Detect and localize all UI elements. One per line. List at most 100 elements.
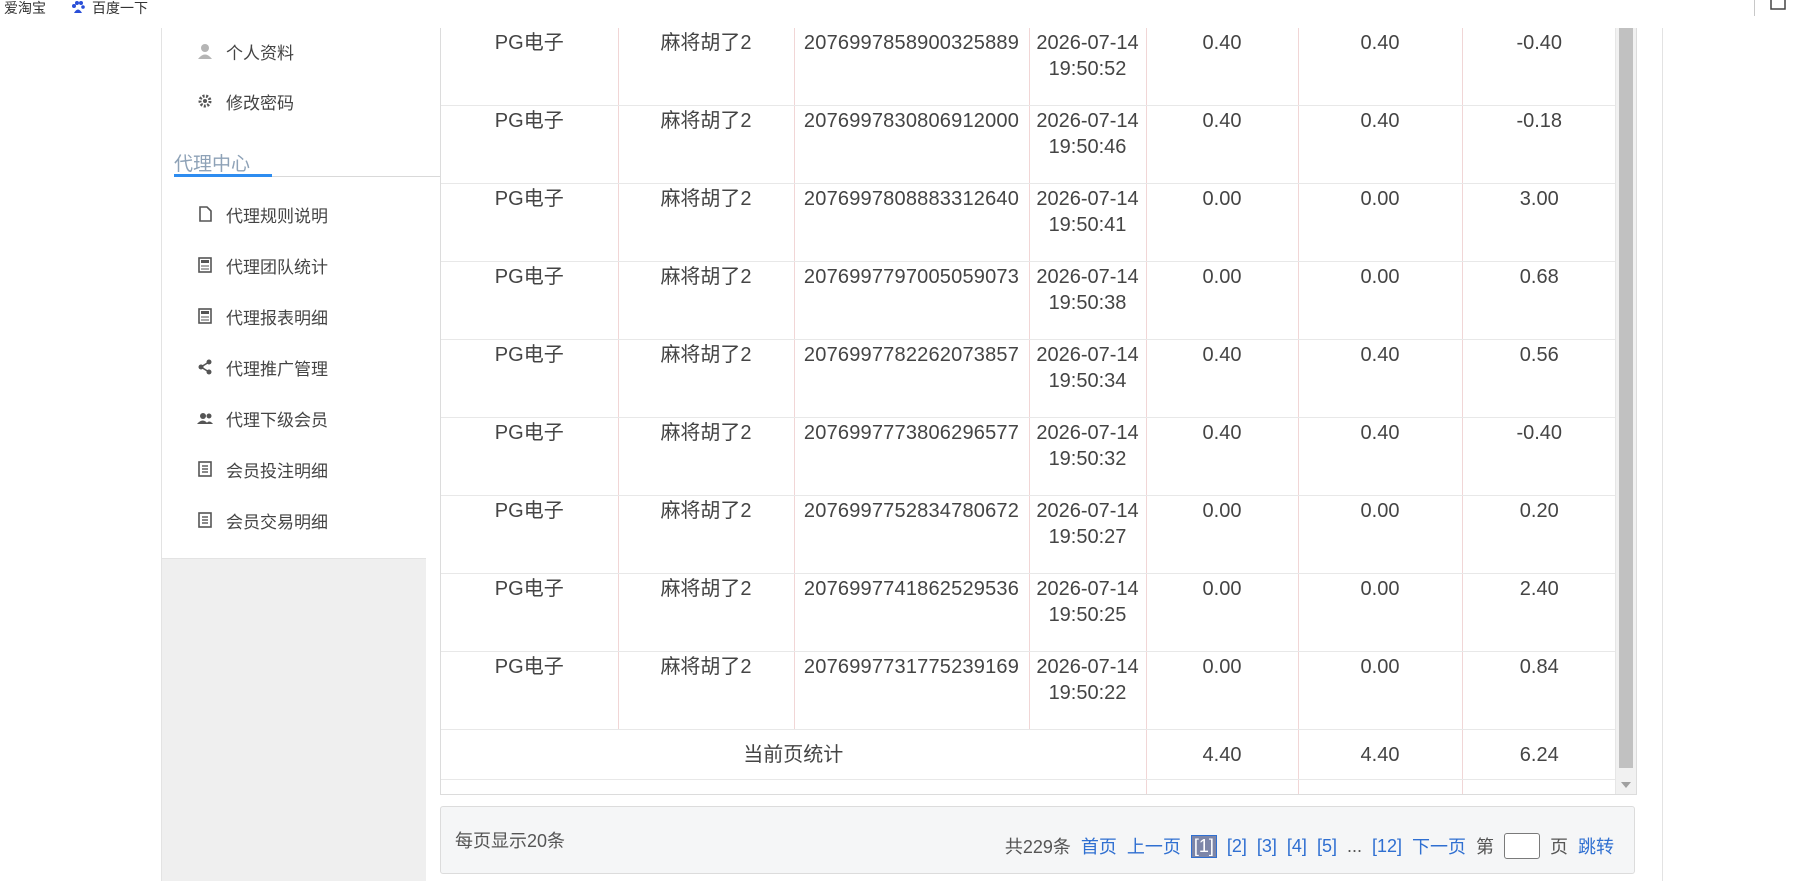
page-ellipsis: ... (1346, 835, 1362, 856)
page-link-5[interactable]: [5] (1317, 836, 1337, 857)
scroll-down-arrow-icon[interactable] (1621, 782, 1631, 788)
cell-time: 2026-07-14 19:50:22 (1028, 651, 1146, 730)
table-row: PG电子 麻将胡了2 2076997773806296577 2026-07-14 19… (441, 417, 1616, 496)
cell-order-id: 2076997830806912000 (793, 105, 1029, 184)
cell-bet: 0.00 (1145, 573, 1298, 652)
cell-platform: PG电子 (441, 183, 618, 262)
cell-valid: 0.40 (1297, 339, 1462, 418)
total-summary-row: 总统计 75.20 75.20 -7.68 (441, 779, 1616, 794)
share-icon (194, 356, 216, 378)
page-number-input[interactable] (1504, 833, 1540, 859)
sidebar-item-profile[interactable]: 个人资料 (194, 33, 294, 69)
page-link-2[interactable]: [2] (1227, 836, 1247, 857)
per-page-text: 每页显示20条 (455, 831, 566, 851)
list-icon (194, 509, 216, 531)
cell-profit: 0.56 (1461, 339, 1616, 418)
section-title-agent-center: 代理中心 (174, 154, 251, 175)
report-icon (194, 254, 216, 276)
pagination-bar: 每页显示20条 共229条 首页 上一页 [1] [2] [3] [4] [5]… (440, 806, 1635, 874)
sidebar-item-transaction-details[interactable]: 会员交易明细 (194, 502, 328, 538)
cell-profit: -0.40 (1461, 417, 1616, 496)
cell-date: 2026-07-14 (1036, 578, 1139, 600)
cell-time: 2026-07-14 19:50:41 (1028, 183, 1146, 262)
page-link-12[interactable]: [12] (1372, 836, 1402, 857)
page-link-4[interactable]: [4] (1287, 836, 1307, 857)
table-row: PG电子 麻将胡了2 2076997830806912000 2026-07-14 19… (441, 105, 1616, 184)
next-page-link[interactable]: 下一页 (1412, 833, 1466, 859)
scrollbar-thumb[interactable] (1619, 28, 1633, 768)
cell-time: 2026-07-14 19:50:38 (1028, 261, 1146, 340)
bookmark-label: 爱淘宝 (4, 0, 46, 16)
cell-profit: 0.68 (1461, 261, 1616, 340)
summary-profit: 6.24 (1461, 729, 1616, 780)
section-active-underline (174, 174, 272, 177)
sidebar-item-agent-rules[interactable]: 代理规则说明 (194, 196, 328, 232)
jump-button[interactable]: 跳转 (1578, 833, 1614, 859)
table-row: PG电子 麻将胡了2 2076997731775239169 2026-07-14 19… (441, 651, 1616, 730)
sidebar-item-bet-details[interactable]: 会员投注明细 (194, 451, 328, 487)
cell-platform: PG电子 (441, 417, 618, 496)
cell-bet: 0.40 (1145, 417, 1298, 496)
sidebar-item-change-password[interactable]: 修改密码 (194, 83, 294, 119)
cell-order-id: 2076997797005059073 (793, 261, 1029, 340)
cell-order-id: 2076997858900325889 (793, 28, 1029, 106)
prev-page-link[interactable]: 上一页 (1127, 833, 1181, 859)
cell-date: 2026-07-14 (1036, 266, 1139, 288)
cell-profit: 0.20 (1461, 495, 1616, 574)
bookmark-aitaobao[interactable]: 爱淘宝 (4, 0, 46, 18)
cell-platform: PG电子 (441, 339, 618, 418)
cell-bet: 0.00 (1145, 183, 1298, 262)
toolbar-divider (1754, 0, 1755, 16)
sidebar-item-report-details[interactable]: 代理报表明细 (194, 298, 328, 334)
window-corner-icon[interactable] (1769, 0, 1787, 10)
bookmark-baidu[interactable]: 百度一下 (70, 0, 148, 18)
cell-date: 2026-07-14 (1036, 32, 1139, 54)
cell-clock: 19:50:22 (1048, 682, 1127, 704)
cell-bet: 0.40 (1145, 339, 1298, 418)
cell-order-id: 2076997773806296577 (793, 417, 1029, 496)
cell-date: 2026-07-14 (1036, 500, 1139, 522)
table-row: PG电子 麻将胡了2 2076997752834780672 2026-07-14 19… (441, 495, 1616, 574)
sidebar-item-label: 代理下级会员 (226, 410, 328, 430)
table-scrollbar[interactable] (1615, 28, 1636, 794)
cell-order-id: 2076997782262073857 (793, 339, 1029, 418)
cell-time: 2026-07-14 19:50:27 (1028, 495, 1146, 574)
cell-valid: 0.00 (1297, 495, 1462, 574)
cell-order-id: 2076997752834780672 (793, 495, 1029, 574)
sidebar-item-sub-members[interactable]: 代理下级会员 (194, 400, 328, 436)
bet-records-table-panel: PG电子 麻将胡了2 2076997858900325889 2026-07-14 19… (440, 28, 1637, 795)
sidebar-item-label: 代理团队统计 (226, 257, 328, 277)
summary-bet: 4.40 (1145, 729, 1298, 780)
sidebar-item-label: 修改密码 (226, 93, 294, 113)
table-row: PG电子 麻将胡了2 2076997808883312640 2026-07-14 19… (441, 183, 1616, 262)
sidebar-menu: 个人资料 修改密码 代理中心 代理规则说明 代理团队统计 代理报表明细 代理推广… (162, 28, 574, 559)
sidebar-item-promotion[interactable]: 代理推广管理 (194, 349, 328, 385)
cell-valid: 0.40 (1297, 417, 1462, 496)
cell-clock: 19:50:38 (1048, 292, 1127, 314)
cell-platform: PG电子 (441, 573, 618, 652)
table-row: PG电子 麻将胡了2 2076997797005059073 2026-07-14 19… (441, 261, 1616, 340)
goto-suffix: 页 (1550, 837, 1568, 857)
cell-date: 2026-07-14 (1036, 110, 1139, 132)
first-page-link[interactable]: 首页 (1081, 833, 1117, 859)
pagination-links: 共229条 首页 上一页 [1] [2] [3] [4] [5] ... [12… (1005, 833, 1614, 859)
cell-bet: 0.00 (1145, 261, 1298, 340)
cell-platform: PG电子 (441, 651, 618, 730)
cell-game: 麻将胡了2 (617, 183, 794, 262)
page-link-1[interactable]: [1] (1190, 834, 1217, 858)
cell-clock: 19:50:34 (1048, 370, 1127, 392)
cell-order-id: 2076997741862529536 (793, 573, 1029, 652)
gear-icon (194, 90, 216, 112)
summary-bet: 75.20 (1145, 779, 1298, 794)
sidebar-item-label: 个人资料 (226, 43, 294, 63)
report-icon (194, 305, 216, 327)
goto-prefix: 第 (1476, 837, 1494, 857)
cell-game: 麻将胡了2 (617, 261, 794, 340)
cell-bet: 0.00 (1145, 495, 1298, 574)
cell-game: 麻将胡了2 (617, 28, 794, 106)
sidebar-item-team-stats[interactable]: 代理团队统计 (194, 247, 328, 283)
cell-platform: PG电子 (441, 105, 618, 184)
cell-valid: 0.00 (1297, 261, 1462, 340)
cell-clock: 19:50:52 (1048, 58, 1127, 80)
page-link-3[interactable]: [3] (1257, 836, 1277, 857)
